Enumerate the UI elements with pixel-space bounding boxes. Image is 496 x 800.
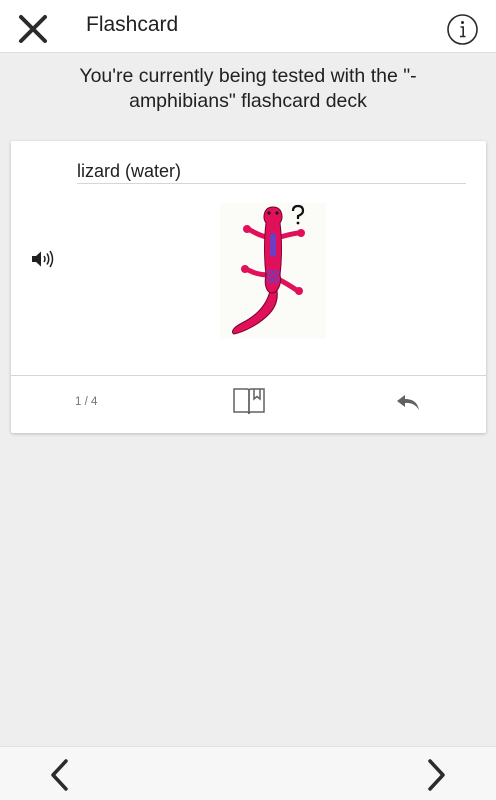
speaker-icon — [32, 250, 54, 268]
close-button[interactable] — [14, 10, 52, 48]
deck-banner: You're currently being tested with the "… — [20, 64, 476, 114]
close-icon — [19, 15, 47, 43]
next-card-button[interactable] — [420, 757, 452, 793]
reply-arrow-icon — [397, 395, 419, 410]
info-icon — [447, 14, 478, 45]
lizard-image — [220, 203, 326, 339]
chevron-left-icon — [51, 759, 68, 791]
book-bookmark-icon — [233, 388, 265, 415]
previous-card-button[interactable] — [44, 757, 76, 793]
chevron-right-icon — [428, 759, 445, 791]
app-bar: Flashcard — [0, 0, 496, 53]
card-divider — [11, 375, 486, 376]
flashcard[interactable]: lizard (water) 1 / 4 — [11, 141, 486, 433]
play-audio-button[interactable] — [30, 248, 58, 270]
card-counter: 1 / 4 — [75, 396, 98, 408]
info-button[interactable] — [446, 13, 479, 46]
flashcard-term: lizard (water) — [77, 161, 466, 184]
undo-button[interactable] — [395, 391, 421, 413]
page-title: Flashcard — [86, 13, 179, 36]
study-book-button[interactable] — [232, 386, 266, 416]
banner-line-2: amphibians" flashcard deck — [129, 90, 367, 112]
bottom-navigation — [0, 746, 496, 800]
banner-line-1: You're currently being tested with the "… — [79, 65, 417, 87]
